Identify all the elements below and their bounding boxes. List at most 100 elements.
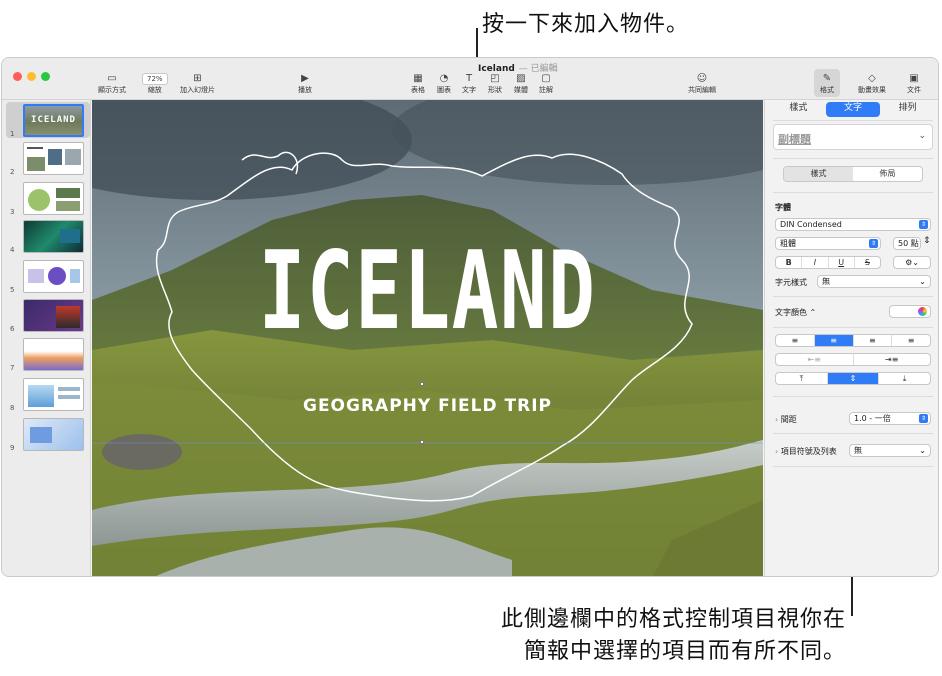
paintbrush-icon: ✎ [822, 73, 832, 84]
slide-thumbnail-6[interactable]: 6 [6, 297, 90, 333]
slide-preview [23, 142, 84, 175]
slide-subtitle[interactable]: GEOGRAPHY FIELD TRIP [92, 396, 763, 416]
slide-number: 1 [10, 130, 15, 138]
subtab-layout[interactable]: 佈局 [853, 167, 922, 181]
justify-button[interactable]: ≡ [892, 335, 930, 346]
chevron-down-icon: ⌄ [919, 277, 926, 286]
text-label: 文字 [462, 86, 476, 94]
font-size-value: 50 點 [898, 239, 919, 248]
selection-handle-bottom[interactable] [420, 440, 424, 444]
slide-thumbnail-1[interactable]: 1 ICELAND [6, 102, 90, 138]
slide-title[interactable]: ICELAND [186, 232, 669, 352]
chevron-down-icon: ⌄ [918, 131, 926, 141]
font-weight-select[interactable]: 粗體 ⇕ [775, 237, 881, 250]
align-center-button[interactable]: ≡ [814, 335, 854, 346]
spacing-disclosure[interactable]: › 間距 [775, 414, 797, 425]
text-color-well[interactable] [889, 305, 931, 318]
italic-button[interactable]: I [802, 257, 829, 268]
chart-button[interactable]: ◔ 圖表 [437, 73, 451, 95]
indent-buttons: ⇤≡ ⇥≡ [775, 353, 931, 366]
slide-thumbnail-9[interactable]: 9 [6, 416, 90, 452]
format-button[interactable]: ✎ 格式 [814, 69, 840, 97]
tab-text[interactable]: 文字 [825, 102, 881, 117]
view-label: 顯示方式 [98, 86, 126, 94]
animate-icon: ◇ [868, 73, 876, 84]
slide-thumbnail-7[interactable]: 7 [6, 336, 90, 372]
close-window-button[interactable] [13, 72, 22, 81]
tab-arrange[interactable]: 排列 [880, 102, 935, 117]
text-subtabs: 樣式 佈局 [783, 166, 923, 182]
font-size-field[interactable]: 50 點 [893, 237, 921, 250]
align-left-button[interactable]: ≡ [776, 335, 815, 346]
slide-thumbnail-2[interactable]: 2 [6, 140, 90, 176]
underline-button[interactable]: U [829, 257, 855, 268]
slide-preview: ICELAND [23, 104, 84, 137]
align-middle-button[interactable]: ⇕ [827, 373, 880, 384]
slide-number: 4 [10, 246, 15, 254]
font-size-stepper[interactable]: ⇕ [923, 236, 931, 246]
char-style-label: 字元樣式 [775, 278, 807, 287]
comment-label: 註解 [539, 86, 553, 94]
document-button[interactable]: ▣ 文件 [907, 73, 921, 95]
paragraph-style-menu[interactable]: 副標題 ⌄ [773, 124, 933, 150]
chevron-right-icon: › [775, 447, 779, 456]
slide-preview [23, 418, 84, 451]
zoom-label: 縮放 [147, 86, 162, 94]
slide-canvas[interactable]: ICELAND GEOGRAPHY FIELD TRIP [92, 100, 763, 576]
increase-indent-button[interactable]: ⇥≡ [854, 354, 931, 365]
slide-preview-title: ICELAND [31, 115, 76, 125]
bullets-disclosure[interactable]: › 項目符號及列表 [775, 446, 837, 457]
shape-button[interactable]: ◰ 形狀 [488, 73, 502, 95]
play-button[interactable]: ▶ 播放 [298, 73, 312, 95]
collaborate-button[interactable]: ☺ 共同編輯 [688, 73, 716, 95]
callout-add-objects: 按一下來加入物件。 [482, 12, 690, 37]
decrease-indent-button[interactable]: ⇤≡ [776, 354, 854, 365]
align-top-button[interactable]: ⤒ [776, 373, 828, 384]
vertical-align-buttons: ⤒ ⇕ ⤓ [775, 372, 931, 385]
minimize-window-button[interactable] [27, 72, 36, 81]
char-style-select[interactable]: 無 ⌄ [817, 275, 931, 288]
callout-sidebar: 此側邊欄中的格式控制項目視你在 簡報中選擇的項目而有所不同。 [501, 604, 846, 668]
add-slide-button[interactable]: ⊞ 加入幻燈片 [180, 73, 215, 95]
format-label: 格式 [820, 86, 834, 94]
bold-button[interactable]: B [776, 257, 803, 268]
paragraph-style-value: 副標題 [778, 133, 811, 146]
add-slide-label: 加入幻燈片 [180, 86, 215, 94]
chart-icon: ◔ [439, 73, 449, 84]
slide-thumbnail-4[interactable]: 4 [6, 218, 90, 254]
view-button[interactable]: ▭ 顯示方式 [98, 73, 126, 95]
slide-preview [23, 220, 84, 253]
text-options-menu[interactable]: ⚙⌄ [893, 256, 931, 269]
zoom-window-button[interactable] [41, 72, 50, 81]
strikethrough-button[interactable]: S [855, 257, 880, 268]
text-button[interactable]: T 文字 [462, 73, 476, 95]
add-slide-icon: ⊞ [193, 73, 202, 84]
tab-style[interactable]: 樣式 [771, 102, 826, 117]
table-button[interactable]: ▦ 表格 [411, 73, 425, 95]
chevron-updown-icon: ⇕ [919, 414, 928, 423]
selection-handle-top[interactable] [420, 382, 424, 386]
font-family-value: DIN Condensed [780, 220, 842, 229]
zoom-menu[interactable]: 72% 縮放 [142, 73, 168, 95]
shape-icon: ◰ [490, 73, 500, 84]
slide-thumbnail-3[interactable]: 3 [6, 180, 90, 216]
spacing-select[interactable]: 1.0 - 一倍 ⇕ [849, 412, 931, 425]
subtab-style[interactable]: 樣式 [784, 167, 853, 181]
media-button[interactable]: ▨ 媒體 [514, 73, 528, 95]
font-weight-value: 粗體 [780, 239, 796, 248]
comment-button[interactable]: ▢ 註解 [539, 73, 553, 95]
zoom-value[interactable]: 72% [142, 73, 168, 85]
callout-sidebar-line1: 此側邊欄中的格式控制項目視你在 [500, 607, 846, 632]
toolbar: Iceland — 已編輯 ▭ 顯示方式 72% 縮放 ⊞ 加入幻燈片 ▶ 播放 … [2, 58, 938, 100]
slide-preview [23, 378, 84, 411]
align-right-button[interactable]: ≡ [854, 335, 893, 346]
slide-preview [23, 299, 84, 332]
font-family-select[interactable]: DIN Condensed ⇕ [775, 218, 931, 231]
bullets-label: 項目符號及列表 [780, 447, 837, 456]
animate-button[interactable]: ◇ 動畫效果 [858, 73, 886, 95]
char-style-value: 無 [822, 277, 830, 286]
align-bottom-button[interactable]: ⤓ [879, 373, 930, 384]
slide-thumbnail-5[interactable]: 5 [6, 258, 90, 294]
bullets-select[interactable]: 無 ⌄ [849, 444, 931, 457]
slide-thumbnail-8[interactable]: 8 [6, 376, 90, 412]
